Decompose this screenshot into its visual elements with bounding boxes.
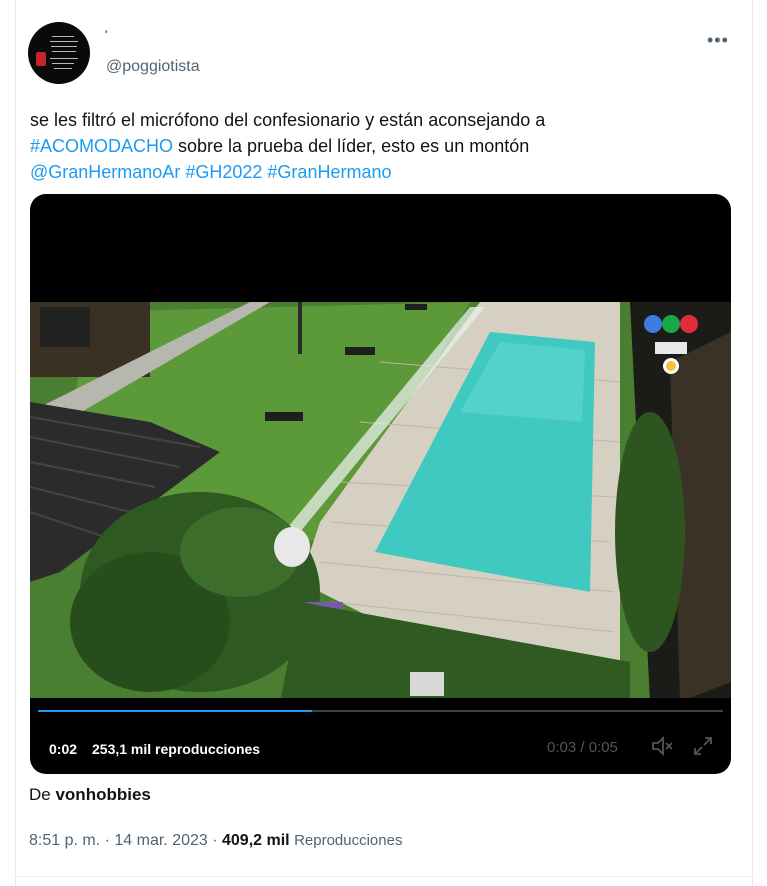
display-name[interactable]: ' (105, 28, 107, 42)
source-prefix: De (29, 785, 51, 804)
tweet-text-line1: se les filtró el micrófono del confesion… (30, 110, 546, 130)
more-options-button[interactable]: ••• (707, 30, 729, 51)
tweet-text-line2: sobre la prueba del líder, esto es un mo… (173, 136, 530, 156)
tweet-text: se les filtró el micrófono del confesion… (30, 107, 720, 185)
video-player[interactable]: 0:02 253,1 mil reproducciones 0:03 / 0:0… (30, 194, 731, 774)
tweet-meta: 8:51 p. m. · 14 mar. 2023 · 409,2 mil Re… (29, 832, 402, 850)
pluto-tv-logo (644, 315, 698, 374)
video-view-count: 253,1 mil reproducciones (92, 741, 261, 757)
avatar[interactable] (28, 22, 90, 84)
video-progress-bar[interactable] (38, 710, 723, 712)
volume-muted-icon[interactable] (651, 735, 675, 757)
divider (15, 876, 753, 877)
ribbon-icon (36, 52, 46, 66)
elapsed-time: 0:02 (49, 741, 78, 757)
fullscreen-icon[interactable] (692, 735, 714, 757)
source-account-link[interactable]: vonhobbies (55, 785, 150, 804)
video-frame (30, 302, 731, 702)
hashtag-acomodacho[interactable]: #ACOMODACHO (30, 136, 173, 156)
hashtag-gh2022[interactable]: #GH2022 (185, 162, 262, 182)
views-label: Reproducciones (294, 832, 403, 849)
user-handle[interactable]: @poggiotista (106, 58, 200, 76)
mention-granhermanoar[interactable]: @GranHermanoAr (30, 162, 180, 182)
tweet-timestamp[interactable]: 8:51 p. m. · 14 mar. 2023 · (29, 832, 218, 849)
video-time-total: 0:03 / 0:05 (547, 739, 618, 756)
video-progress-fill (38, 710, 312, 712)
hashtag-granhermano[interactable]: #GranHermano (267, 162, 391, 182)
views-count: 409,2 mil (222, 832, 290, 849)
video-source: De vonhobbies (29, 785, 151, 805)
